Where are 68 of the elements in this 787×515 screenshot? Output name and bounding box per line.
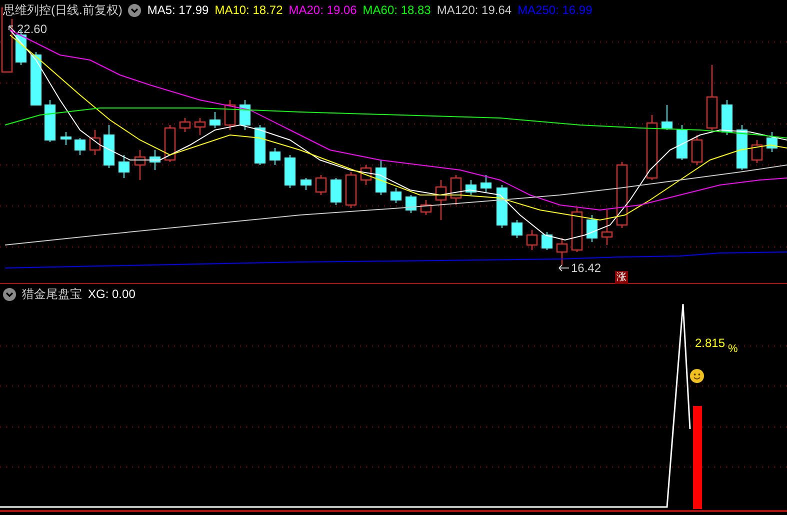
candlestick [512,220,522,238]
candlestick [586,214,598,242]
indicator-value: MA10: 18.72 [214,2,283,19]
indicator-value: XG: 0.00 [88,286,136,303]
rise-badge: 涨 [615,271,628,284]
candlestick [376,160,386,196]
candlestick [466,180,476,196]
candlestick [450,174,462,206]
arrow-icon [558,264,570,272]
candlestick [480,174,492,192]
candlestick [30,52,42,106]
percent-value: 2.815 [695,335,726,352]
candlestick [406,194,416,214]
candlestick [270,148,280,166]
candlestick [572,208,582,252]
candlestick [556,238,568,266]
chart-title: 思维列控(日线.前复权) [3,1,122,19]
indicator-value: MA20: 19.06 [288,2,357,19]
percent-unit: % [728,342,738,357]
candlestick [676,124,688,160]
candlestick [240,100,250,130]
candlestick [526,230,538,250]
collapse-icon[interactable] [128,4,142,16]
candlestick [90,130,100,156]
indicator-value: MA60: 18.83 [362,2,431,19]
candlestick [692,134,702,166]
candlestick [736,124,748,170]
low-price-label: 16.42 [571,260,602,277]
candlestick [722,100,732,136]
candlestick [766,132,778,152]
indicator-value: MA250: 16.99 [518,2,592,19]
candlestick [360,164,372,186]
indicator-value: MA5: 17.99 [147,2,209,19]
candlestick [420,200,432,216]
candlestick [496,184,508,228]
candlestick [74,138,86,156]
indicator-value: MA120: 19.64 [436,2,512,19]
indicator-title: 猎金尾盘宝 [22,286,82,303]
arrow-icon [8,25,16,33]
high-price-label: 22.60 [17,21,48,38]
candlestick [150,150,160,170]
candlestick [646,114,658,180]
candlestick [602,210,612,246]
candlestick [60,132,72,146]
candlestick [104,124,114,168]
candlestick [210,112,220,128]
candlestick [284,154,296,188]
candlestick [164,124,176,162]
collapse-icon[interactable] [3,288,16,300]
candlestick [316,174,326,196]
candlestick [254,124,266,166]
candlestick [224,100,236,130]
candlestick [752,140,762,164]
candlestick [180,118,190,132]
smiley-icon [690,369,704,383]
candlestick [542,232,552,250]
candlestick [44,100,56,142]
candlestick [346,172,356,208]
candlestick [616,162,628,228]
candlestick [300,178,312,190]
candlestick [194,118,206,136]
candlestick [390,188,402,204]
candlestick [118,154,130,178]
candlestick [436,180,446,220]
candlestick [330,178,342,206]
candlestick [706,64,718,130]
candlestick [662,104,672,130]
candlestick [134,150,146,180]
